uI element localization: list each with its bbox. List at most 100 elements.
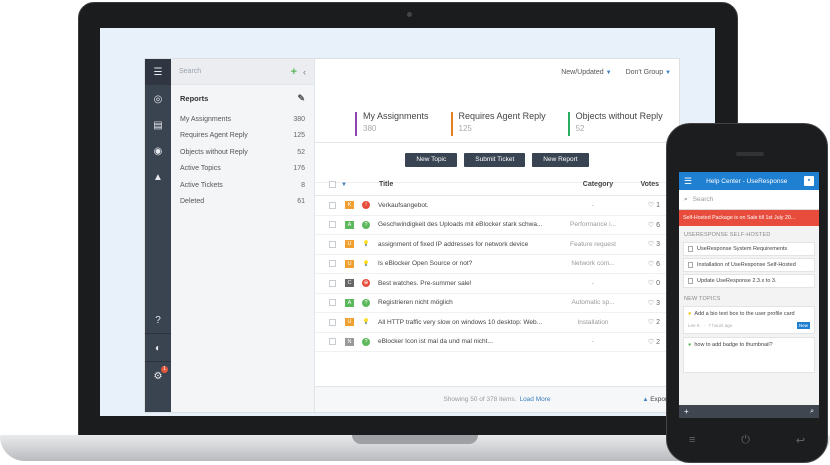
phone-header: ☰ Help Center - UseResponse ▪	[679, 172, 819, 190]
report-item[interactable]: My Assignments 380	[171, 111, 314, 128]
heart-icon: ♡	[647, 280, 655, 288]
select-all-checkbox[interactable]	[329, 181, 336, 188]
row-votes[interactable]: ♡ 6	[648, 260, 660, 268]
submit-ticket-button[interactable]: Submit Ticket	[464, 153, 526, 167]
heart-icon: ♡	[647, 202, 655, 210]
row-votes[interactable]: ♡ 1	[648, 201, 660, 209]
column-votes[interactable]: Votes	[640, 181, 659, 188]
row-title[interactable]: All HTTP traffic very slow on windows 10…	[378, 319, 550, 326]
search-icon[interactable]: ⌕	[810, 408, 814, 416]
row-title[interactable]: Best watches. Pre-summer sale!	[378, 280, 550, 287]
report-item[interactable]: Active Topics 176	[171, 161, 314, 178]
stat-block[interactable]: My Assignments 380	[355, 111, 429, 136]
table-row[interactable]: A? Geschwindigkeit des Uploads mit eBlock…	[315, 216, 679, 235]
pencil-icon[interactable]: ✎	[297, 93, 305, 104]
list-icon[interactable]: ▤	[145, 112, 171, 138]
report-item[interactable]: Active Tickets 8	[171, 177, 314, 194]
topic-card[interactable]: ● Add a bio text box to the user profile …	[683, 306, 815, 334]
row-checkbox[interactable]	[329, 260, 336, 268]
report-item[interactable]: Deleted 61	[171, 194, 314, 211]
table-row[interactable]: U 💡 assignment of fixed IP addresses for n…	[315, 235, 679, 255]
row-category: -	[591, 279, 595, 287]
back-icon[interactable]: ↩	[796, 434, 805, 447]
report-item[interactable]: Requires Agent Reply 125	[171, 128, 314, 145]
column-title[interactable]: Title	[379, 181, 559, 188]
dashboard-icon[interactable]: ◐	[145, 335, 171, 361]
main-content: New/Updated ▼ Don't Group ▼ My Assignmen…	[315, 59, 679, 412]
sort-dropdown[interactable]: New/Updated ▼	[561, 69, 611, 76]
help-icon[interactable]: ?	[145, 307, 171, 333]
lifebuoy-icon[interactable]: ◉	[145, 138, 171, 164]
heart-icon: ♡	[647, 338, 655, 346]
row-votes[interactable]: ♡ 2	[648, 338, 660, 346]
promo-banner[interactable]: Self-Hosted Package is on Sale till 1st …	[679, 210, 819, 226]
group-dropdown[interactable]: Don't Group ▼	[626, 69, 671, 76]
stat-block[interactable]: Requires Agent Reply 125	[450, 111, 546, 136]
table-row[interactable]: U 💡 Is eBlocker Open Source or not? Network…	[315, 255, 679, 274]
new-topic-button[interactable]: New Topic	[405, 153, 458, 167]
table-row[interactable]: U 💡 All HTTP traffic very slow on windows …	[315, 313, 679, 333]
row-votes[interactable]: ♡ 2	[648, 318, 660, 326]
row-votes[interactable]: ♡ 0	[648, 279, 660, 287]
column-category[interactable]: Category	[559, 181, 637, 188]
reports-header: Reports ✎	[171, 85, 314, 111]
row-votes[interactable]: ♡ 3	[648, 240, 660, 248]
doc-item[interactable]: Installation of UseResponse Self-Hosted	[683, 258, 815, 272]
bell-icon[interactable]: ▲	[145, 164, 171, 190]
status-icon: 💡	[362, 241, 370, 248]
row-title[interactable]: Geschwindigkeit des Uploads mit eBlocker…	[378, 221, 550, 228]
doc-label: Installation of UseResponse Self-Hosted	[697, 262, 796, 268]
row-title[interactable]: Is eBlocker Open Source or not?	[378, 260, 550, 267]
row-checkbox[interactable]	[329, 201, 336, 209]
panel-search[interactable]: Search + ‹	[171, 59, 314, 85]
hamburger-icon[interactable]: ☰	[684, 176, 692, 187]
user-avatar[interactable]: ▪	[804, 176, 814, 186]
phone-search-input[interactable]: Search	[693, 196, 714, 203]
phone-search[interactable]: ⌕ Search	[679, 190, 819, 210]
compass-icon[interactable]: ◎	[145, 86, 171, 112]
new-report-button[interactable]: New Report	[532, 153, 589, 167]
search-input[interactable]: Search	[179, 68, 201, 75]
caret-up-icon: ▲	[642, 397, 649, 403]
row-votes[interactable]: ♡ 6	[648, 221, 660, 229]
phone-screen: ☰ Help Center - UseResponse ▪ ⌕ Search S…	[679, 172, 819, 418]
menu-icon[interactable]: ☰	[145, 59, 171, 85]
table-row[interactable]: K! Verkaufsangebot. - ♡ 1	[315, 196, 679, 216]
load-more-link[interactable]: Load More	[519, 396, 550, 403]
row-checkbox[interactable]	[329, 338, 336, 346]
search-icon: ⌕	[684, 195, 688, 203]
table-footer: Showing 50 of 378 items. Load More ▲ Exp…	[315, 386, 679, 412]
topic-time: 7 hours ago	[708, 323, 733, 328]
row-category: -	[591, 201, 595, 209]
table-row[interactable]: C ⊕ Best watches. Pre-summer sale! - ♡ 0	[315, 274, 679, 294]
sort-caret-icon[interactable]: ▼	[341, 182, 347, 188]
menu-icon[interactable]: ≡	[689, 434, 695, 446]
power-icon[interactable]: ⏻	[741, 434, 750, 447]
row-checkbox[interactable]	[329, 299, 336, 307]
add-icon[interactable]: +	[684, 407, 689, 416]
row-title[interactable]: Registrieren nicht möglich	[378, 299, 550, 306]
doc-item[interactable]: Update UseResponse 2.3.x to 3.	[683, 274, 815, 288]
topic-title: Add a bio text box to the user profile c…	[694, 311, 795, 317]
chevron-left-icon[interactable]: ‹	[303, 67, 306, 77]
stat-block[interactable]: Objects without Reply 52	[567, 111, 663, 136]
topic-card[interactable]: ● how to add badge to thumbnail?	[683, 337, 815, 373]
stat-label: My Assignments	[363, 111, 429, 121]
add-icon[interactable]: +	[291, 66, 297, 78]
report-item[interactable]: Objects without Reply 52	[171, 144, 314, 161]
row-checkbox[interactable]	[329, 318, 336, 326]
report-label: Deleted	[180, 198, 205, 206]
row-title[interactable]: eBlocker Icon ist mal da und mal nicht..…	[378, 338, 550, 345]
row-title[interactable]: Verkaufsangebot.	[378, 202, 550, 209]
row-checkbox[interactable]	[329, 221, 336, 229]
doc-item[interactable]: UseResponse System Requirements	[683, 242, 815, 256]
row-votes[interactable]: ♡ 3	[648, 299, 660, 307]
settings-icon[interactable]: ⚙ 1	[145, 363, 171, 389]
table-row[interactable]: N? eBlocker Icon ist mal da und mal nicht…	[315, 333, 679, 352]
laptop-camera	[407, 12, 412, 17]
row-checkbox[interactable]	[329, 279, 336, 287]
row-title[interactable]: assignment of fixed IP addresses for net…	[378, 241, 550, 248]
table-body: K! Verkaufsangebot. - ♡ 1 A? Geschwindigkeit …	[315, 196, 679, 352]
table-row[interactable]: A? Registrieren nicht möglich Automatic sp…	[315, 294, 679, 313]
row-checkbox[interactable]	[329, 240, 336, 248]
